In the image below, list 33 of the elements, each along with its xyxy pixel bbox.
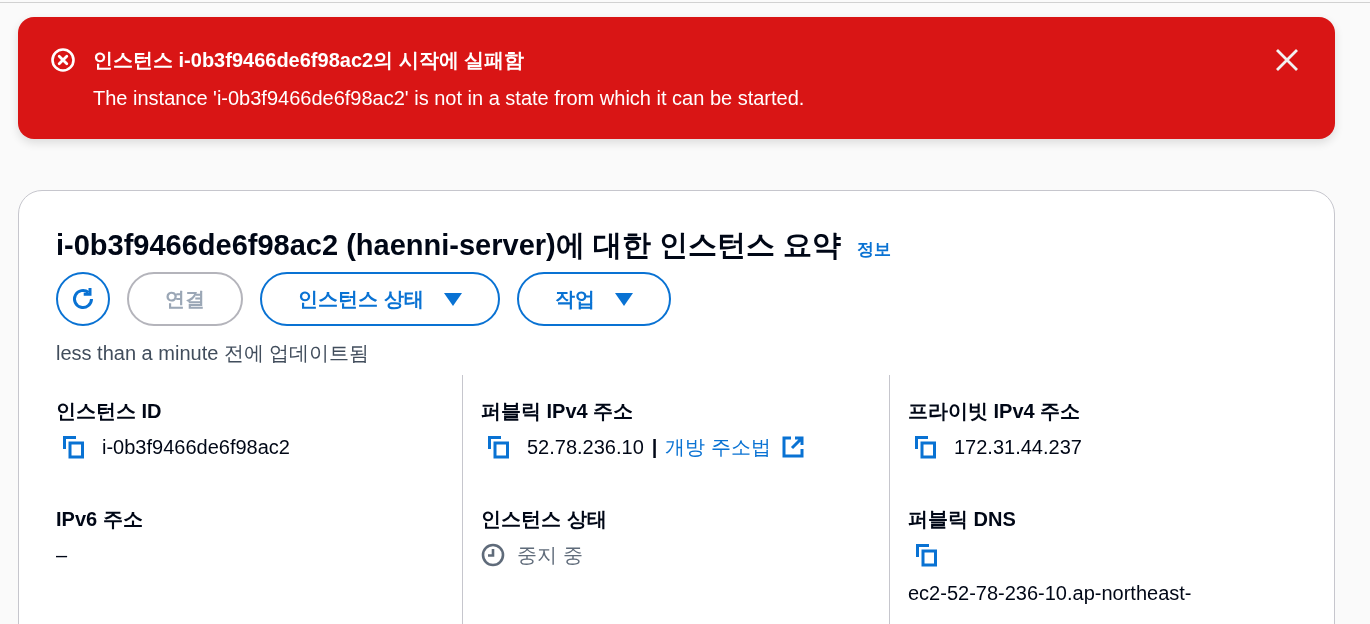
dropdown-button[interactable]: 작업 — [516, 272, 671, 326]
field-value: 172.31.44.237 — [954, 435, 1082, 460]
banner-message: The instance 'i-0b3f9466de6f98ac2' is not in a state from which it can be started. — [93, 86, 806, 111]
separator: | — [651, 435, 658, 460]
info-link[interactable]: 정보 — [856, 238, 891, 261]
summary-title: i-0b3f9466de6f98ac2 (haenni-server)에 대한 인스턴스 요약 — [56, 228, 841, 263]
caret-icon — [443, 292, 462, 306]
field-value: ec2-52-78-236-10.ap-northeast- — [908, 581, 1192, 606]
field-value: i-0b3f9466de6f98ac2 — [102, 435, 290, 460]
field-label: 퍼블릭 DNS — [908, 507, 1017, 532]
field-label: IPv6 주소 — [56, 507, 144, 532]
refresh-button[interactable] — [56, 272, 110, 326]
refresh-icon — [70, 286, 96, 312]
copy-icon[interactable] — [914, 435, 936, 459]
updated-text: less than a minute 전에 업데이트됨 — [56, 341, 371, 366]
copy-icon[interactable] — [487, 435, 509, 459]
banner-title: 인스턴스 i-0b3f9466de6f98ac2의 시작에 실패함 — [93, 48, 526, 73]
dropdown-button[interactable]: 인스턴스 상태 — [260, 272, 500, 326]
status-text: 중지 중 — [517, 543, 583, 568]
field-label: 프라이빗 IPv4 주소 — [908, 399, 1082, 424]
copy-icon[interactable] — [915, 543, 937, 567]
external-link-icon — [780, 435, 805, 459]
field-label: 인스턴스 상태 — [481, 507, 608, 532]
close-button[interactable] — [1275, 48, 1299, 72]
field-label: 퍼블릭 IPv4 주소 — [481, 399, 635, 424]
caret-icon — [614, 292, 633, 306]
address-link[interactable]: 개방 주소법 — [665, 433, 805, 461]
close-icon — [1275, 48, 1299, 72]
field-label: 인스턴스 ID — [56, 399, 163, 424]
field-value: – — [56, 543, 68, 568]
clock-icon — [481, 543, 505, 567]
field-value: 52.78.236.10 — [527, 435, 644, 460]
copy-icon[interactable] — [62, 435, 84, 459]
